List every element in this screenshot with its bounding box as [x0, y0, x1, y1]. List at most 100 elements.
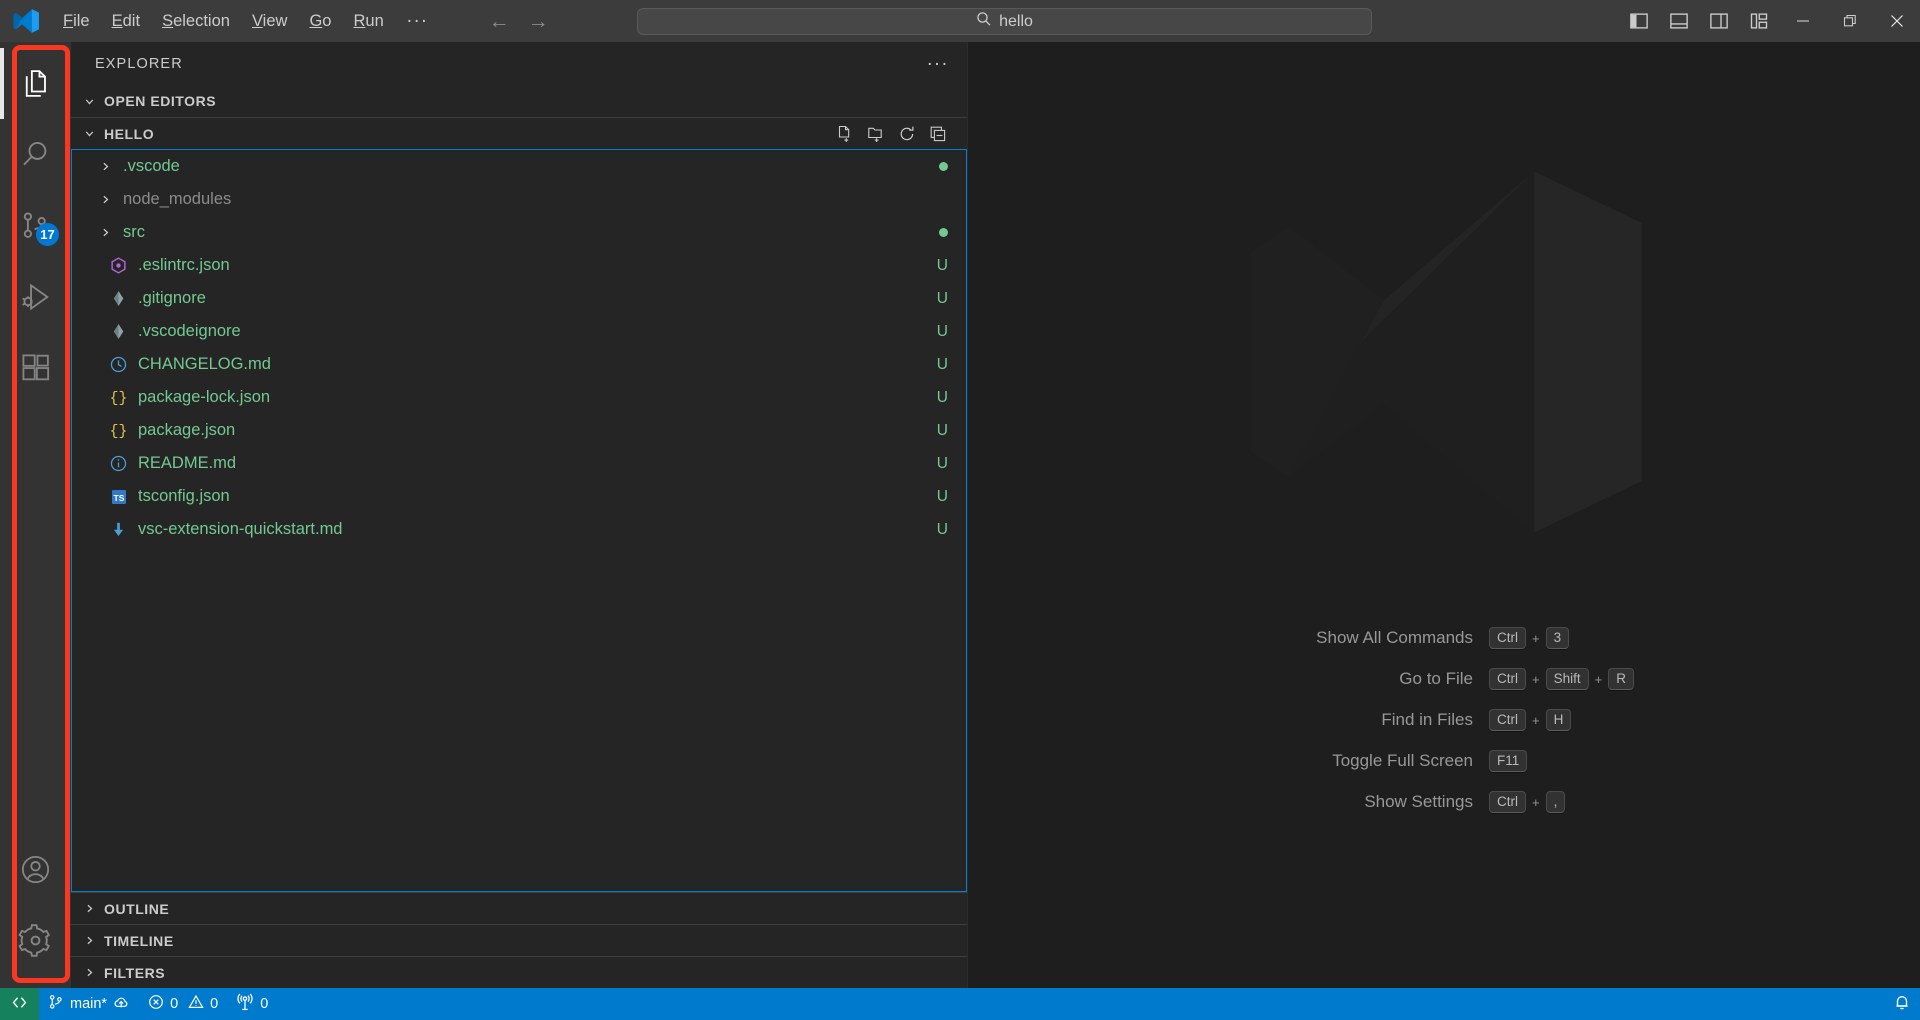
keycap: Ctrl	[1489, 791, 1526, 813]
new-file-icon[interactable]	[836, 125, 854, 143]
tree-item-label: vsc-extension-quickstart.md	[138, 520, 343, 538]
remote-indicator[interactable]	[0, 988, 39, 1020]
keycap: ,	[1545, 791, 1566, 813]
new-folder-icon[interactable]	[867, 125, 885, 143]
section-outline[interactable]: OUTLINE	[71, 892, 967, 924]
git-status-badge: U	[936, 355, 948, 373]
git-status-badge: U	[936, 454, 948, 472]
sidebar-more-actions-icon[interactable]: ...	[927, 50, 949, 72]
git-status-badge: U	[936, 322, 948, 340]
tree-row[interactable]: .eslintrc.json U	[72, 249, 966, 282]
section-label: FILTERS	[104, 964, 166, 981]
section-label: HELLO	[104, 125, 155, 142]
vscode-window: File Edit Selection View Go Run ... ← → …	[0, 0, 1920, 1020]
sidebar-header: EXPLORER ...	[71, 42, 967, 85]
tree-row[interactable]: node_modules	[72, 183, 966, 216]
section-open-editors[interactable]: OPEN EDITORS	[71, 85, 967, 117]
watermark-label: Toggle Full Screen	[1332, 751, 1473, 770]
chevron-right-icon[interactable]	[94, 226, 117, 239]
activity-item-run-and-debug[interactable]	[0, 261, 71, 332]
key-plus: +	[1532, 794, 1540, 810]
watermark-keys: Ctrl + H	[1489, 709, 1659, 731]
status-problems[interactable]: 0 0	[139, 988, 227, 1020]
section-label: TIMELINE	[104, 932, 174, 949]
menu-view[interactable]: View	[241, 8, 298, 35]
layout-panel-bottom-icon[interactable]	[1659, 0, 1699, 42]
json-icon: {}	[105, 420, 132, 441]
keycap: H	[1545, 709, 1572, 731]
key-plus: +	[1532, 712, 1540, 728]
chevron-right-icon[interactable]	[94, 160, 117, 173]
tree-item-label: package.json	[138, 421, 236, 439]
ports-count: 0	[260, 996, 269, 1012]
command-center[interactable]: hello	[637, 8, 1372, 35]
menu-go[interactable]: Go	[298, 8, 342, 35]
chevron-right-icon[interactable]	[94, 193, 117, 206]
watermark-label: Show Settings	[1364, 792, 1473, 811]
activity-item-extensions[interactable]	[0, 332, 71, 403]
remote-indicator-icon	[11, 994, 28, 1015]
activity-item-search[interactable]	[0, 119, 71, 190]
refresh-icon[interactable]	[898, 125, 916, 143]
activity-item-accounts[interactable]	[0, 834, 71, 905]
navigation-arrows: ← →	[489, 11, 549, 32]
activity-item-settings[interactable]	[0, 905, 71, 976]
watermark-keys: Ctrl + Shift + R	[1489, 668, 1659, 690]
status-bar: main* 0 0 0	[0, 988, 1920, 1020]
editor-watermark: Show All Commands Ctrl + 3 Go to File Ct…	[968, 627, 1920, 813]
tree-row[interactable]: src	[72, 216, 966, 249]
tree-row[interactable]: vsc-extension-quickstart.md U	[72, 513, 966, 546]
bell-icon	[1893, 993, 1911, 1015]
tree-row[interactable]: TS tsconfig.json U	[72, 480, 966, 513]
watermark-row: Find in Files Ctrl + H	[1229, 709, 1659, 731]
section-timeline[interactable]: TIMELINE	[71, 924, 967, 956]
minimize-icon[interactable]	[1779, 0, 1826, 42]
menu-file[interactable]: File	[52, 8, 101, 35]
typescript-icon: TS	[105, 488, 132, 506]
editor-area[interactable]: Show All Commands Ctrl + 3 Go to File Ct…	[968, 42, 1920, 988]
close-icon[interactable]	[1873, 0, 1920, 42]
activity-item-source-control[interactable]: 17	[0, 190, 71, 261]
tree-row[interactable]: .gitignore U	[72, 282, 966, 315]
menu-selection[interactable]: Selection	[151, 8, 241, 35]
collapse-all-icon[interactable]	[929, 125, 947, 143]
status-ports[interactable]: 0	[227, 988, 277, 1020]
tree-item-label: .vscode	[123, 157, 180, 175]
restore-icon[interactable]	[1826, 0, 1873, 42]
layout-sidebar-left-icon[interactable]	[1619, 0, 1659, 42]
svg-text:TS: TS	[113, 492, 124, 502]
keycap: R	[1608, 668, 1634, 690]
cloud-upload-icon	[113, 994, 130, 1015]
layout-sidebar-right-icon[interactable]	[1699, 0, 1739, 42]
arrow-left-icon[interactable]: ←	[489, 11, 510, 32]
file-tree[interactable]: .vscode node_modules src .eslintrc.json U .gi…	[71, 149, 967, 892]
tree-row[interactable]: CHANGELOG.md U	[72, 348, 966, 381]
git-status-badge: U	[936, 289, 948, 307]
arrow-right-icon[interactable]: →	[528, 11, 549, 32]
status-notifications[interactable]	[1884, 988, 1920, 1020]
chevron-right-icon	[80, 966, 98, 979]
tree-row[interactable]: {} package.json U	[72, 414, 966, 447]
tree-item-label: README.md	[138, 454, 237, 472]
activity-item-explorer[interactable]	[0, 48, 71, 119]
keycap: Ctrl	[1489, 627, 1526, 649]
layout-customize-icon[interactable]	[1739, 0, 1779, 42]
svg-text:{}: {}	[110, 391, 128, 407]
section-folder-hello[interactable]: HELLO	[71, 117, 967, 149]
section-filters[interactable]: FILTERS	[71, 956, 967, 988]
tree-item-label: .gitignore	[138, 289, 206, 307]
menu-edit[interactable]: Edit	[101, 8, 151, 35]
eslint-icon	[105, 256, 132, 275]
error-circle-icon	[148, 994, 164, 1014]
tree-row[interactable]: .vscodeignore U	[72, 315, 966, 348]
tree-row[interactable]: {} package-lock.json U	[72, 381, 966, 414]
run-debug-icon	[19, 280, 53, 314]
menu-overflow-icon[interactable]: ...	[395, 7, 441, 30]
tree-row[interactable]: README.md U	[72, 447, 966, 480]
watermark-row: Go to File Ctrl + Shift + R	[1229, 668, 1659, 690]
menu-run[interactable]: Run	[342, 8, 394, 35]
tree-row[interactable]: .vscode	[72, 150, 966, 183]
watermark-row: Toggle Full Screen F11	[1229, 750, 1659, 772]
status-branch-label: main*	[70, 996, 108, 1012]
status-branch[interactable]: main*	[39, 988, 139, 1020]
